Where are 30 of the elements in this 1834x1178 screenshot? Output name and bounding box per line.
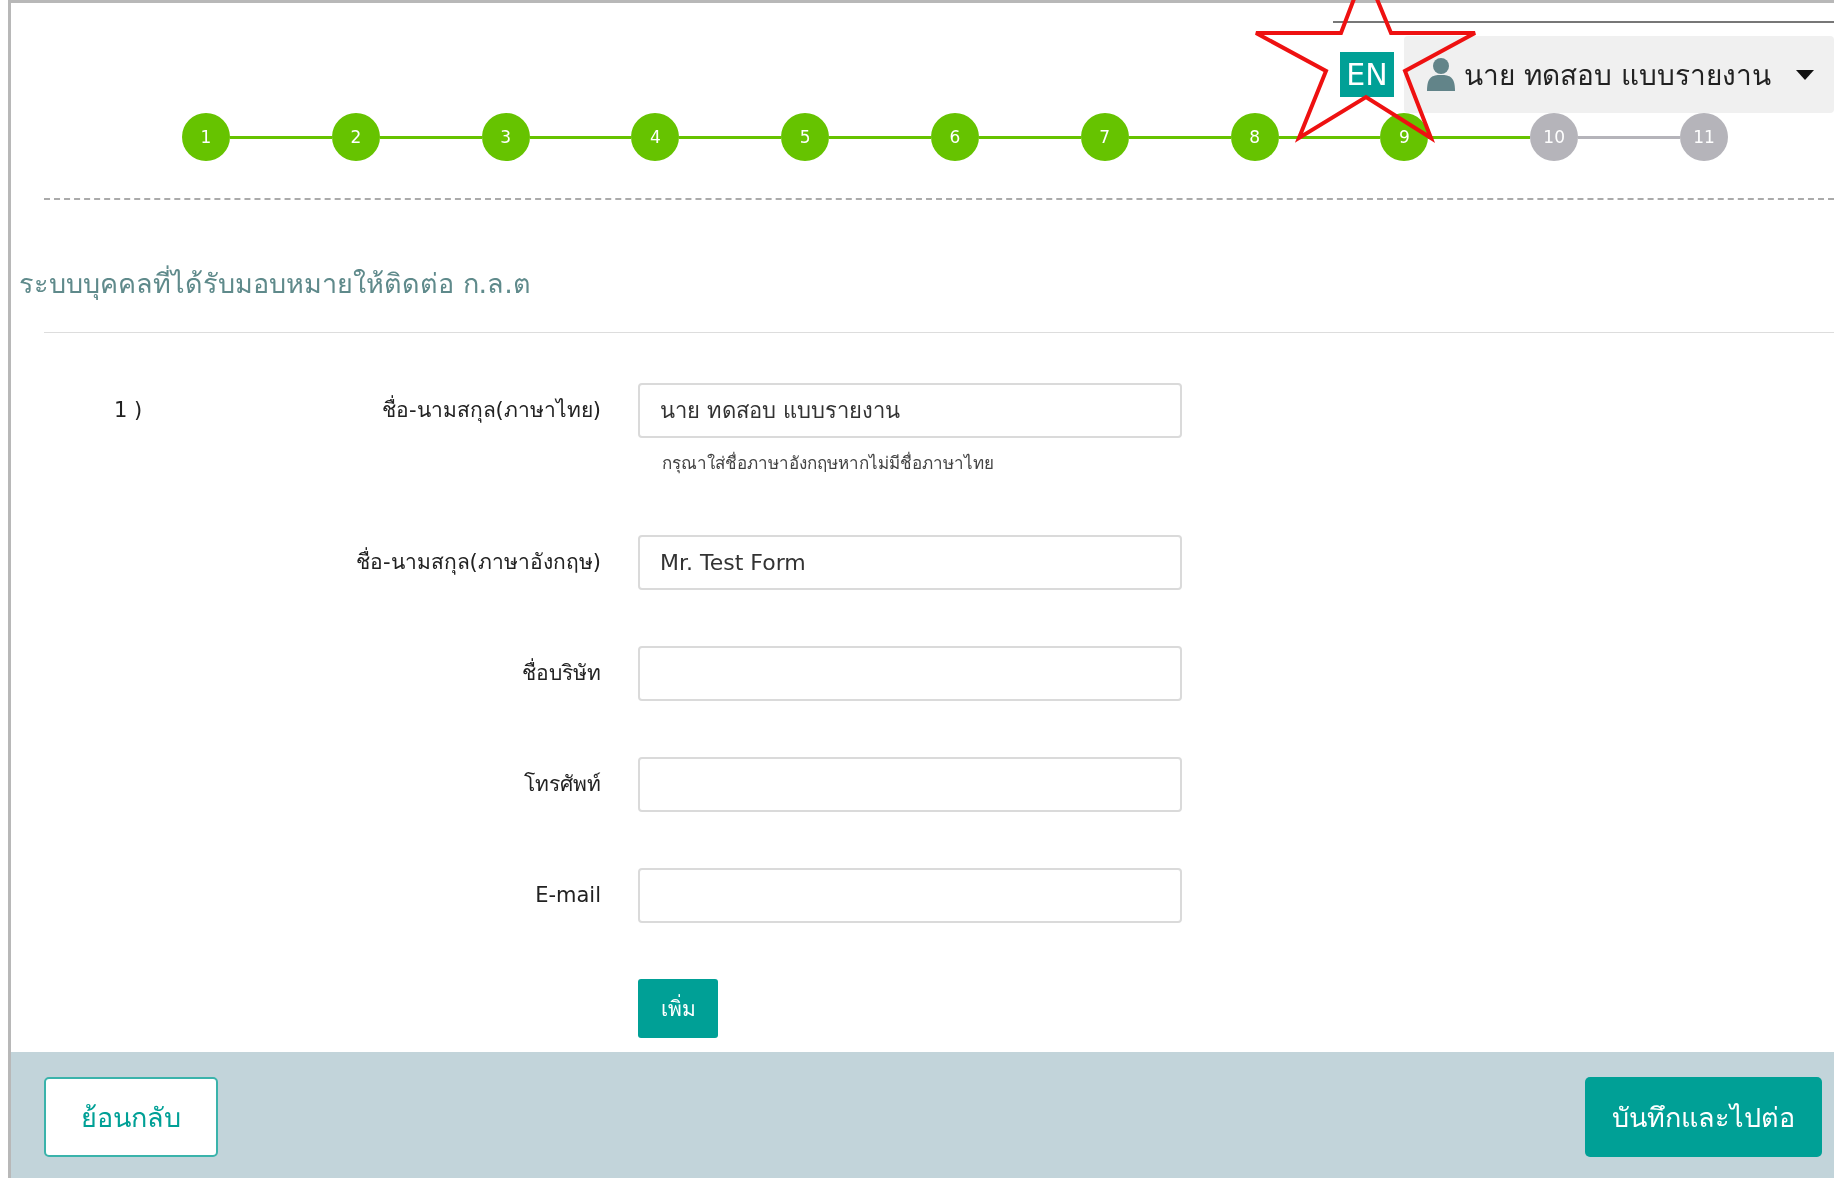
caret-icon: [1796, 69, 1814, 80]
step-circle[interactable]: 10: [1530, 113, 1579, 161]
field-label: โทรศัพท์: [523, 771, 601, 798]
section-title: ระบบบุคคลที่ได้รับมอบหมายให้ติดต่อ ก.ล.ต: [19, 264, 1834, 304]
input-field[interactable]: [638, 757, 1182, 812]
input-field[interactable]: Mr. Test Form: [638, 535, 1182, 590]
step-circle[interactable]: 3: [481, 113, 530, 161]
field-label: ชื่อ-นามสกุล(ภาษาไทย): [218, 383, 601, 438]
step-circle[interactable]: 4: [631, 113, 680, 161]
step-circle[interactable]: 5: [781, 113, 830, 161]
back-button[interactable]: ย้อนกลับ: [44, 1077, 218, 1157]
step-circle[interactable]: 7: [1080, 113, 1129, 161]
item-number: 1 ): [114, 397, 143, 424]
step-circle[interactable]: 8: [1230, 113, 1279, 161]
field-label: E-mail: [534, 882, 601, 909]
step-circle[interactable]: 6: [931, 113, 979, 161]
step-circle[interactable]: 2: [331, 113, 380, 161]
save-button[interactable]: บันทึกและไปต่อ: [1585, 1077, 1822, 1157]
add-button[interactable]: เพิ่ม: [638, 979, 718, 1038]
language-button[interactable]: EN: [1340, 52, 1394, 97]
input-field[interactable]: [638, 646, 1182, 701]
hint-text: กรุณาใส่ชื่อภาษาอังกฤษหากไม่มีชื่อภาษาไทย: [662, 450, 995, 476]
step-circle[interactable]: 1: [182, 113, 230, 161]
user-icon: [1426, 56, 1456, 93]
field-label: ชื่อ-นามสกุล(ภาษาอังกฤษ): [218, 535, 601, 590]
step-circle[interactable]: 11: [1679, 113, 1728, 161]
input-field[interactable]: [638, 868, 1182, 923]
user-menu[interactable]: นาย ทดสอบ แบบรายงาน: [1404, 36, 1834, 113]
field-label: ชื่อบริษัท: [218, 646, 601, 701]
input-field[interactable]: นาย ทดสอบ แบบรายงาน: [638, 383, 1182, 438]
